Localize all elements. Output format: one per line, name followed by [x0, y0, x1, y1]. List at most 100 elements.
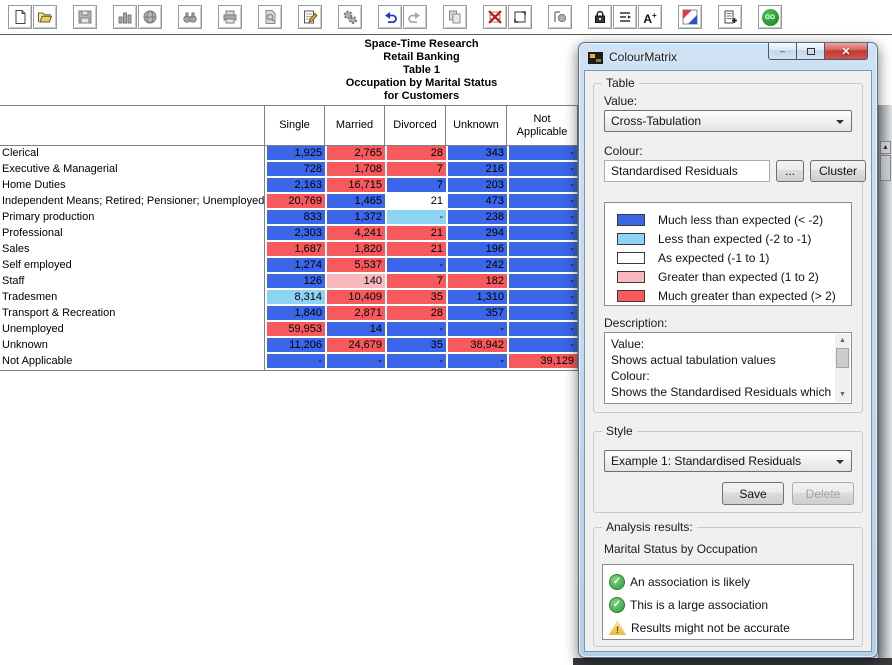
colour-matrix-button[interactable]: [678, 5, 702, 29]
table-cell[interactable]: -: [507, 194, 578, 210]
table-cell[interactable]: 21: [385, 194, 446, 210]
lock-button[interactable]: [588, 5, 612, 29]
table-cell[interactable]: 1,310: [446, 290, 507, 306]
table-cell[interactable]: 7: [385, 178, 446, 194]
row-label[interactable]: Home Duties: [0, 178, 265, 194]
table-cell[interactable]: 1,840: [265, 306, 325, 322]
table-cell[interactable]: -: [507, 226, 578, 242]
table-cell[interactable]: 35: [385, 290, 446, 306]
scroll-down-icon[interactable]: ▼: [835, 388, 850, 402]
table-cell[interactable]: -: [507, 178, 578, 194]
column-header[interactable]: Unknown: [446, 106, 507, 145]
row-label[interactable]: Transport & Recreation: [0, 306, 265, 322]
column-header[interactable]: Not Applicable: [507, 106, 578, 145]
row-label[interactable]: Unknown: [0, 338, 265, 354]
field-order-button[interactable]: [613, 5, 637, 29]
table-cell[interactable]: 1,708: [325, 162, 385, 178]
row-label[interactable]: Unemployed: [0, 322, 265, 338]
table-cell[interactable]: 21: [385, 242, 446, 258]
table-cell[interactable]: 196: [446, 242, 507, 258]
value-combobox[interactable]: Cross-Tabulation: [604, 110, 852, 132]
table-cell[interactable]: 238: [446, 210, 507, 226]
print-preview-button[interactable]: [258, 5, 282, 29]
table-cell[interactable]: -: [446, 354, 507, 370]
edit-notes-button[interactable]: [298, 5, 322, 29]
table-cell[interactable]: 24,679: [325, 338, 385, 354]
column-header[interactable]: Single: [265, 106, 325, 145]
scroll-up-icon[interactable]: ▲: [835, 334, 850, 348]
column-header[interactable]: Married: [325, 106, 385, 145]
close-button[interactable]: ✕: [824, 43, 868, 60]
style-combobox[interactable]: Example 1: Standardised Residuals: [604, 450, 852, 472]
table-cell[interactable]: 1,274: [265, 258, 325, 274]
map-button[interactable]: [138, 5, 162, 29]
new-button[interactable]: [8, 5, 32, 29]
redo-button[interactable]: [403, 5, 427, 29]
row-label[interactable]: Primary production: [0, 210, 265, 226]
row-label[interactable]: Staff: [0, 274, 265, 290]
description-scrollbar[interactable]: ▲ ▼: [835, 334, 850, 402]
tools-button[interactable]: [338, 5, 362, 29]
table-cell[interactable]: -: [446, 322, 507, 338]
go-button[interactable]: GO: [758, 5, 782, 29]
table-cell[interactable]: 833: [265, 210, 325, 226]
save-button[interactable]: [73, 5, 97, 29]
cluster-button[interactable]: Cluster: [810, 160, 866, 182]
table-cell[interactable]: 1,687: [265, 242, 325, 258]
print-button[interactable]: [218, 5, 242, 29]
table-cell[interactable]: 8,314: [265, 290, 325, 306]
table-cell[interactable]: 2,765: [325, 146, 385, 162]
table-cell[interactable]: 343: [446, 146, 507, 162]
table-cell[interactable]: -: [507, 322, 578, 338]
table-cell[interactable]: 126: [265, 274, 325, 290]
scrollbar-thumb[interactable]: [880, 155, 891, 181]
table-cell[interactable]: 39,129: [507, 354, 578, 370]
table-cell[interactable]: 1,372: [325, 210, 385, 226]
table-cell[interactable]: 216: [446, 162, 507, 178]
table-cell[interactable]: -: [385, 354, 446, 370]
table-cell[interactable]: 242: [446, 258, 507, 274]
font-size-button[interactable]: A+: [638, 5, 662, 29]
table-cell[interactable]: 1,925: [265, 146, 325, 162]
table-cell[interactable]: 1,820: [325, 242, 385, 258]
scrollbar-thumb[interactable]: [836, 348, 849, 368]
table-cell[interactable]: -: [385, 210, 446, 226]
table-cell[interactable]: -: [507, 242, 578, 258]
table-cell[interactable]: -: [507, 210, 578, 226]
save-style-button[interactable]: Save: [722, 482, 784, 505]
table-cell[interactable]: 1,465: [325, 194, 385, 210]
row-label[interactable]: Sales: [0, 242, 265, 258]
chart-button[interactable]: [113, 5, 137, 29]
table-cell[interactable]: 35: [385, 338, 446, 354]
table-cell[interactable]: -: [507, 338, 578, 354]
table-cell[interactable]: 203: [446, 178, 507, 194]
new-report-button[interactable]: [718, 5, 742, 29]
table-cell[interactable]: 38,942: [446, 338, 507, 354]
table-cell[interactable]: 473: [446, 194, 507, 210]
table-cell[interactable]: 2,871: [325, 306, 385, 322]
undo-button[interactable]: [378, 5, 402, 29]
row-label[interactable]: Clerical: [0, 146, 265, 162]
column-header[interactable]: Divorced: [385, 106, 446, 145]
table-cell[interactable]: 182: [446, 274, 507, 290]
table-cell[interactable]: 728: [265, 162, 325, 178]
open-button[interactable]: [33, 5, 57, 29]
table-cell[interactable]: 14: [325, 322, 385, 338]
table-cell[interactable]: -: [385, 322, 446, 338]
resize-table-button[interactable]: [508, 5, 532, 29]
table-cell[interactable]: 2,303: [265, 226, 325, 242]
maximize-button[interactable]: [797, 43, 824, 60]
table-cell[interactable]: -: [265, 354, 325, 370]
dialog-titlebar[interactable]: ColourMatrix – ✕: [579, 43, 877, 70]
table-cell[interactable]: -: [507, 274, 578, 290]
description-box[interactable]: Value:Shows actual tabulation valuesColo…: [604, 332, 852, 404]
colour-input[interactable]: Standardised Residuals: [604, 160, 770, 182]
table-cell[interactable]: 28: [385, 146, 446, 162]
table-cell[interactable]: 21: [385, 226, 446, 242]
delete-table-button[interactable]: [483, 5, 507, 29]
main-vertical-scrollbar[interactable]: ▲: [878, 105, 892, 665]
table-cell[interactable]: 140: [325, 274, 385, 290]
table-cell[interactable]: 11,206: [265, 338, 325, 354]
table-cell[interactable]: 7: [385, 274, 446, 290]
table-cell[interactable]: -: [325, 354, 385, 370]
